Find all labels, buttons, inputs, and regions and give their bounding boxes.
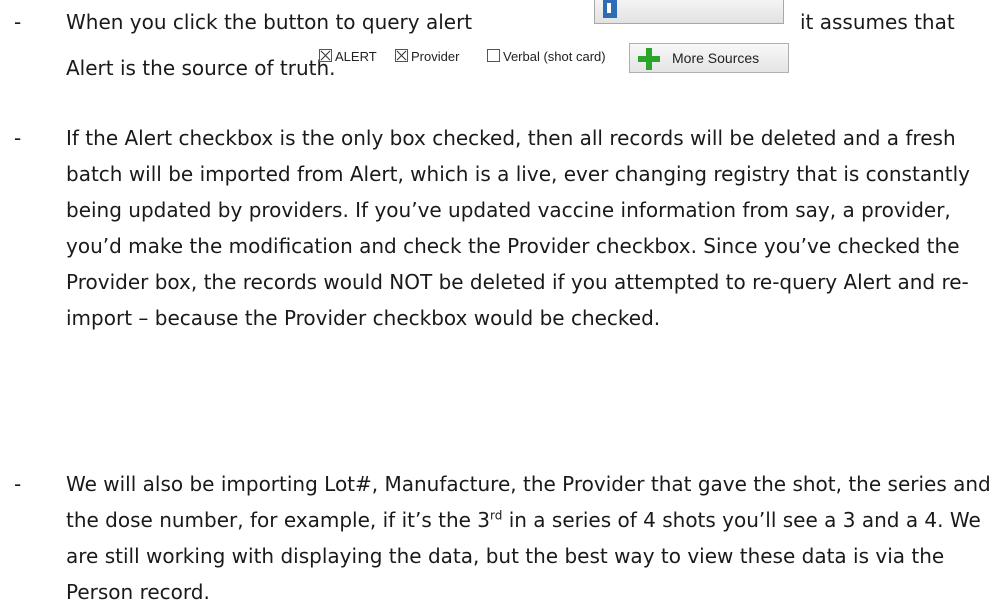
- bullet-marker: -: [14, 126, 22, 150]
- bullet1-line1-end-text: it assumes that: [800, 10, 955, 34]
- bullet-marker: -: [14, 10, 22, 34]
- bullet-item-query-alert: - When you click the button to query ale…: [14, 0, 974, 94]
- more-sources-button[interactable]: More Sources: [629, 43, 789, 73]
- checkbox-checked-icon: [319, 49, 332, 62]
- alert-checkbox-label: ALERT: [335, 49, 377, 64]
- bullet1-line2-text: Alert is the source of truth.: [66, 56, 336, 80]
- plus-icon: [638, 48, 660, 70]
- checkbox-unchecked-icon: [487, 49, 500, 62]
- source-checkbox-strip: ALERT Provider Verbal (shot card) More S…: [319, 43, 979, 73]
- query-alert-button-image: [594, 0, 784, 24]
- more-sources-label: More Sources: [672, 50, 760, 66]
- query-icon: [603, 0, 617, 18]
- bullet3-paragraph: We will also be importing Lot#, Manufact…: [66, 466, 996, 610]
- bullet1-line1-text: When you click the button to query alert: [66, 10, 473, 34]
- verbal-checkbox-label: Verbal (shot card): [503, 49, 606, 64]
- verbal-checkbox[interactable]: Verbal (shot card): [487, 49, 606, 65]
- ordinal-superscript: rd: [490, 508, 503, 523]
- bullet-item-importing-fields: - We will also be importing Lot#, Manufa…: [14, 466, 991, 606]
- bullet-marker: -: [14, 472, 22, 496]
- provider-checkbox-label: Provider: [411, 49, 460, 64]
- provider-checkbox[interactable]: Provider: [395, 49, 459, 65]
- bullet2-paragraph: If the Alert checkbox is the only box ch…: [66, 126, 970, 330]
- document-page: - When you click the button to query ale…: [0, 0, 1001, 606]
- checkbox-checked-icon: [395, 49, 408, 62]
- bullet-item-alert-checkbox: - If the Alert checkbox is the only box …: [14, 120, 974, 420]
- alert-checkbox[interactable]: ALERT: [319, 49, 377, 65]
